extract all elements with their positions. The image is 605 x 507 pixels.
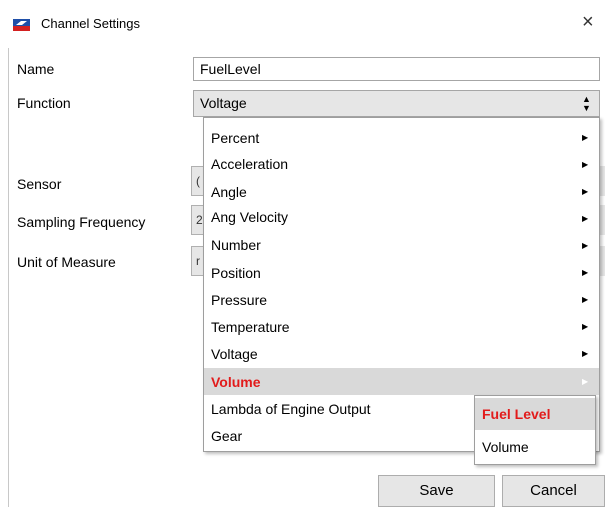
submenu-arrow-icon: ▶ [582, 187, 589, 196]
menu-item-label: Voltage [211, 346, 258, 362]
menu-item-percent[interactable]: Percent ▶ [204, 124, 599, 151]
function-select[interactable]: Voltage ▲ ▼ [193, 90, 600, 117]
submenu-arrow-icon: ▶ [582, 295, 589, 304]
submenu-arrow-icon: ▶ [582, 268, 589, 277]
menu-item-label: Temperature [211, 319, 290, 335]
submenu-arrow-icon: ▶ [582, 322, 589, 331]
submenu-item-fuel-level[interactable]: Fuel Level [475, 398, 595, 430]
menu-item-position[interactable]: Position ▶ [204, 259, 599, 286]
function-label: Function [17, 95, 71, 111]
menu-item-temperature[interactable]: Temperature ▶ [204, 313, 599, 340]
menu-item-label: Gear [211, 428, 243, 444]
close-icon[interactable]: × [582, 10, 594, 34]
submenu-arrow-icon: ▶ [582, 160, 589, 169]
volume-submenu: Fuel Level Volume [474, 395, 596, 465]
menu-item-label: Percent [211, 130, 260, 146]
menu-item-angle[interactable]: Angle ▶ [204, 178, 599, 205]
dialog-border [8, 48, 9, 507]
sampling-frequency-label: Sampling Frequency [17, 214, 146, 230]
menu-item-label: Lambda of Engine Output [211, 401, 371, 417]
function-select-value: Voltage [200, 95, 247, 111]
name-input[interactable]: FuelLevel [193, 57, 600, 81]
submenu-arrow-icon: ▶ [582, 214, 589, 223]
cancel-button[interactable]: Cancel [502, 475, 605, 507]
submenu-item-label: Fuel Level [482, 406, 551, 422]
menu-item-volume[interactable]: Volume ▶ [204, 368, 599, 395]
submenu-item-volume[interactable]: Volume [475, 431, 595, 463]
menu-item-label: Angle [211, 184, 247, 200]
menu-item-ang-velocity[interactable]: Ang Velocity ▶ [204, 205, 599, 232]
submenu-arrow-icon: ▶ [582, 241, 589, 250]
menu-item-number[interactable]: Number ▶ [204, 232, 599, 259]
submenu-arrow-icon: ▶ [582, 349, 589, 358]
submenu-item-label: Volume [482, 439, 529, 455]
unit-of-measure-label: Unit of Measure [17, 254, 116, 270]
submenu-arrow-icon: ▶ [582, 133, 589, 142]
menu-item-voltage[interactable]: Voltage ▶ [204, 340, 599, 367]
window-title: Channel Settings [41, 16, 141, 31]
menu-item-label: Ang Velocity [211, 209, 289, 225]
menu-item-label: Acceleration [211, 156, 289, 172]
menu-item-label: Position [211, 265, 261, 281]
sensor-label: Sensor [17, 176, 62, 192]
title-bar: Channel Settings × [0, 0, 605, 45]
name-label: Name [17, 61, 55, 77]
menu-item-label: Number [211, 237, 261, 253]
select-arrows-icon: ▲ ▼ [582, 94, 591, 113]
menu-item-label: Pressure [211, 292, 268, 308]
submenu-arrow-icon: ▶ [582, 377, 589, 386]
menu-item-pressure[interactable]: Pressure ▶ [204, 286, 599, 313]
channel-settings-dialog: Channel Settings × Name FuelLevel Functi… [0, 0, 605, 507]
save-button[interactable]: Save [378, 475, 495, 507]
menu-item-acceleration[interactable]: Acceleration ▶ [204, 151, 599, 178]
app-logo-icon [13, 19, 30, 31]
menu-item-label: Volume [211, 374, 261, 390]
